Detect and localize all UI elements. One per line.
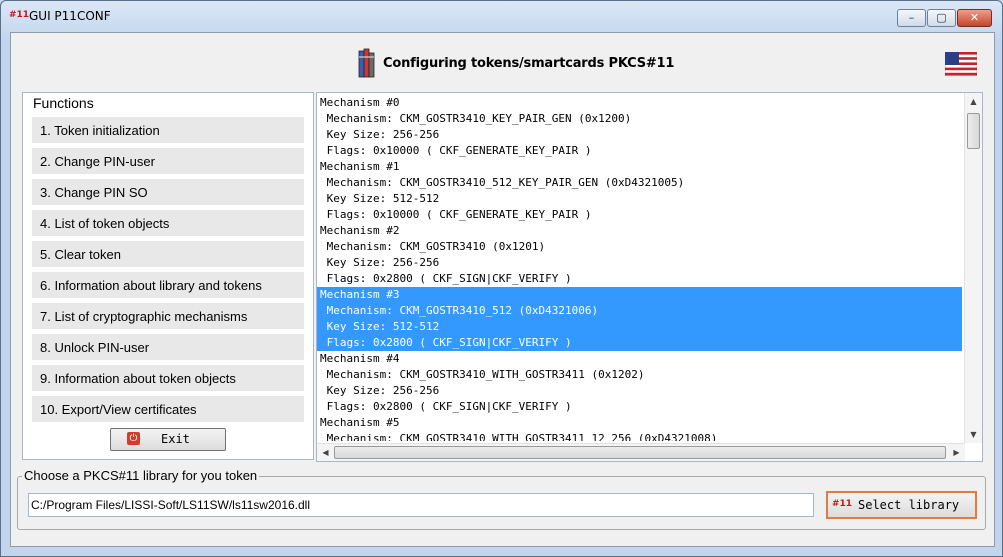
mechanism-line[interactable]: Flags: 0x2800 ( CKF_SIGN|CKF_VERIFY ) [317, 271, 962, 287]
header: Configuring tokens/smartcards PKCS#11 [11, 33, 994, 91]
scroll-up-arrow-icon[interactable]: ▲ [965, 93, 982, 110]
mechanism-line[interactable]: Key Size: 512-512 [317, 319, 962, 335]
library-group: Choose a PKCS#11 library for you token C… [17, 468, 986, 530]
vertical-scroll-thumb[interactable] [967, 113, 980, 149]
books-icon [358, 48, 375, 78]
close-button[interactable]: ✕ [957, 9, 992, 27]
mechanism-line[interactable]: Key Size: 256-256 [317, 383, 962, 399]
mechanism-line[interactable]: Mechanism: CKM_GOSTR3410_WITH_GOSTR3411_… [317, 431, 962, 441]
library-info-button[interactable]: 6. Information about library and tokens [32, 272, 304, 299]
mechanism-line[interactable]: Mechanism #5 [317, 415, 962, 431]
list-mechanisms-button[interactable]: 7. List of cryptographic mechanisms [32, 303, 304, 330]
title-bar[interactable]: #11 GUI P11CONF – ▢ ✕ [1, 1, 1002, 31]
exit-label: Exit [161, 432, 190, 446]
exit-button[interactable]: ⏻ Exit [110, 428, 226, 451]
mechanism-line[interactable]: Mechanism #0 [317, 95, 962, 111]
change-pin-so-button[interactable]: 3. Change PIN SO [32, 179, 304, 206]
page-title: Configuring tokens/smartcards PKCS#11 [383, 56, 675, 71]
mechanism-line[interactable]: Flags: 0x10000 ( CKF_GENERATE_KEY_PAIR ) [317, 143, 962, 159]
token-objects-info-button[interactable]: 9. Information about token objects [32, 365, 304, 392]
mechanism-line[interactable]: Mechanism: CKM_GOSTR3410_512_KEY_PAIR_GE… [317, 175, 962, 191]
mechanism-line[interactable]: Key Size: 512-512 [317, 191, 962, 207]
select-library-button[interactable]: #11 Select library [826, 491, 977, 519]
mechanism-line[interactable]: Mechanism #1 [317, 159, 962, 175]
client-area: Configuring tokens/smartcards PKCS#11 Fu… [10, 32, 995, 547]
library-path-field[interactable]: C:/Program Files/LISSI-Soft/LS11SW/ls11s… [28, 493, 814, 517]
functions-panel: Functions 1. Token initialization 2. Cha… [22, 92, 314, 460]
list-token-objects-button[interactable]: 4. List of token objects [32, 210, 304, 237]
mechanism-line[interactable]: Key Size: 256-256 [317, 127, 962, 143]
mechanism-line[interactable]: Mechanism #4 [317, 351, 962, 367]
vertical-scrollbar[interactable]: ▲ ▼ [964, 93, 982, 443]
app-window: #11 GUI P11CONF – ▢ ✕ Configuring tokens… [0, 0, 1003, 557]
mechanism-line[interactable]: Mechanism #3 [317, 287, 962, 303]
us-flag-icon[interactable] [945, 52, 977, 76]
mechanism-line[interactable]: Key Size: 256-256 [317, 255, 962, 271]
mechanism-line[interactable]: Mechanism: CKM_GOSTR3410_WITH_GOSTR3411 … [317, 367, 962, 383]
unlock-pin-user-button[interactable]: 8. Unlock PIN-user [32, 334, 304, 361]
change-pin-user-button[interactable]: 2. Change PIN-user [32, 148, 304, 175]
app-icon: #11 [9, 10, 30, 20]
mechanisms-text[interactable]: Mechanism #0 Mechanism: CKM_GOSTR3410_KE… [317, 95, 962, 441]
mechanism-line[interactable]: Mechanism: CKM_GOSTR3410_KEY_PAIR_GEN (0… [317, 111, 962, 127]
scroll-right-arrow-icon[interactable]: ▶ [948, 444, 965, 461]
select-library-label: Select library [858, 498, 960, 512]
mechanism-line[interactable]: Mechanism #2 [317, 223, 962, 239]
horizontal-scroll-thumb[interactable] [334, 446, 946, 459]
pkcs11-icon: #11 [832, 499, 853, 509]
horizontal-scrollbar[interactable]: ◀ ▶ [317, 443, 965, 461]
maximize-button[interactable]: ▢ [927, 9, 956, 27]
mechanism-line[interactable]: Flags: 0x2800 ( CKF_SIGN|CKF_VERIFY ) [317, 399, 962, 415]
mechanism-line[interactable]: Flags: 0x10000 ( CKF_GENERATE_KEY_PAIR ) [317, 207, 962, 223]
export-certificates-button[interactable]: 10. Export/View certificates [32, 396, 304, 423]
clear-token-button[interactable]: 5. Clear token [32, 241, 304, 268]
scroll-down-arrow-icon[interactable]: ▼ [965, 426, 982, 443]
library-group-legend: Choose a PKCS#11 library for you token [22, 468, 260, 483]
mechanism-line[interactable]: Mechanism: CKM_GOSTR3410 (0x1201) [317, 239, 962, 255]
token-initialization-button[interactable]: 1. Token initialization [32, 117, 304, 144]
functions-title: Functions [33, 95, 94, 111]
window-title: GUI P11CONF [29, 9, 111, 23]
power-icon: ⏻ [127, 432, 140, 445]
mechanism-line[interactable]: Mechanism: CKM_GOSTR3410_512 (0xD4321006… [317, 303, 962, 319]
scroll-left-arrow-icon[interactable]: ◀ [317, 444, 334, 461]
mechanisms-output[interactable]: Mechanism #0 Mechanism: CKM_GOSTR3410_KE… [316, 92, 983, 462]
mechanism-line[interactable]: Flags: 0x2800 ( CKF_SIGN|CKF_VERIFY ) [317, 335, 962, 351]
minimize-button[interactable]: – [897, 9, 926, 27]
